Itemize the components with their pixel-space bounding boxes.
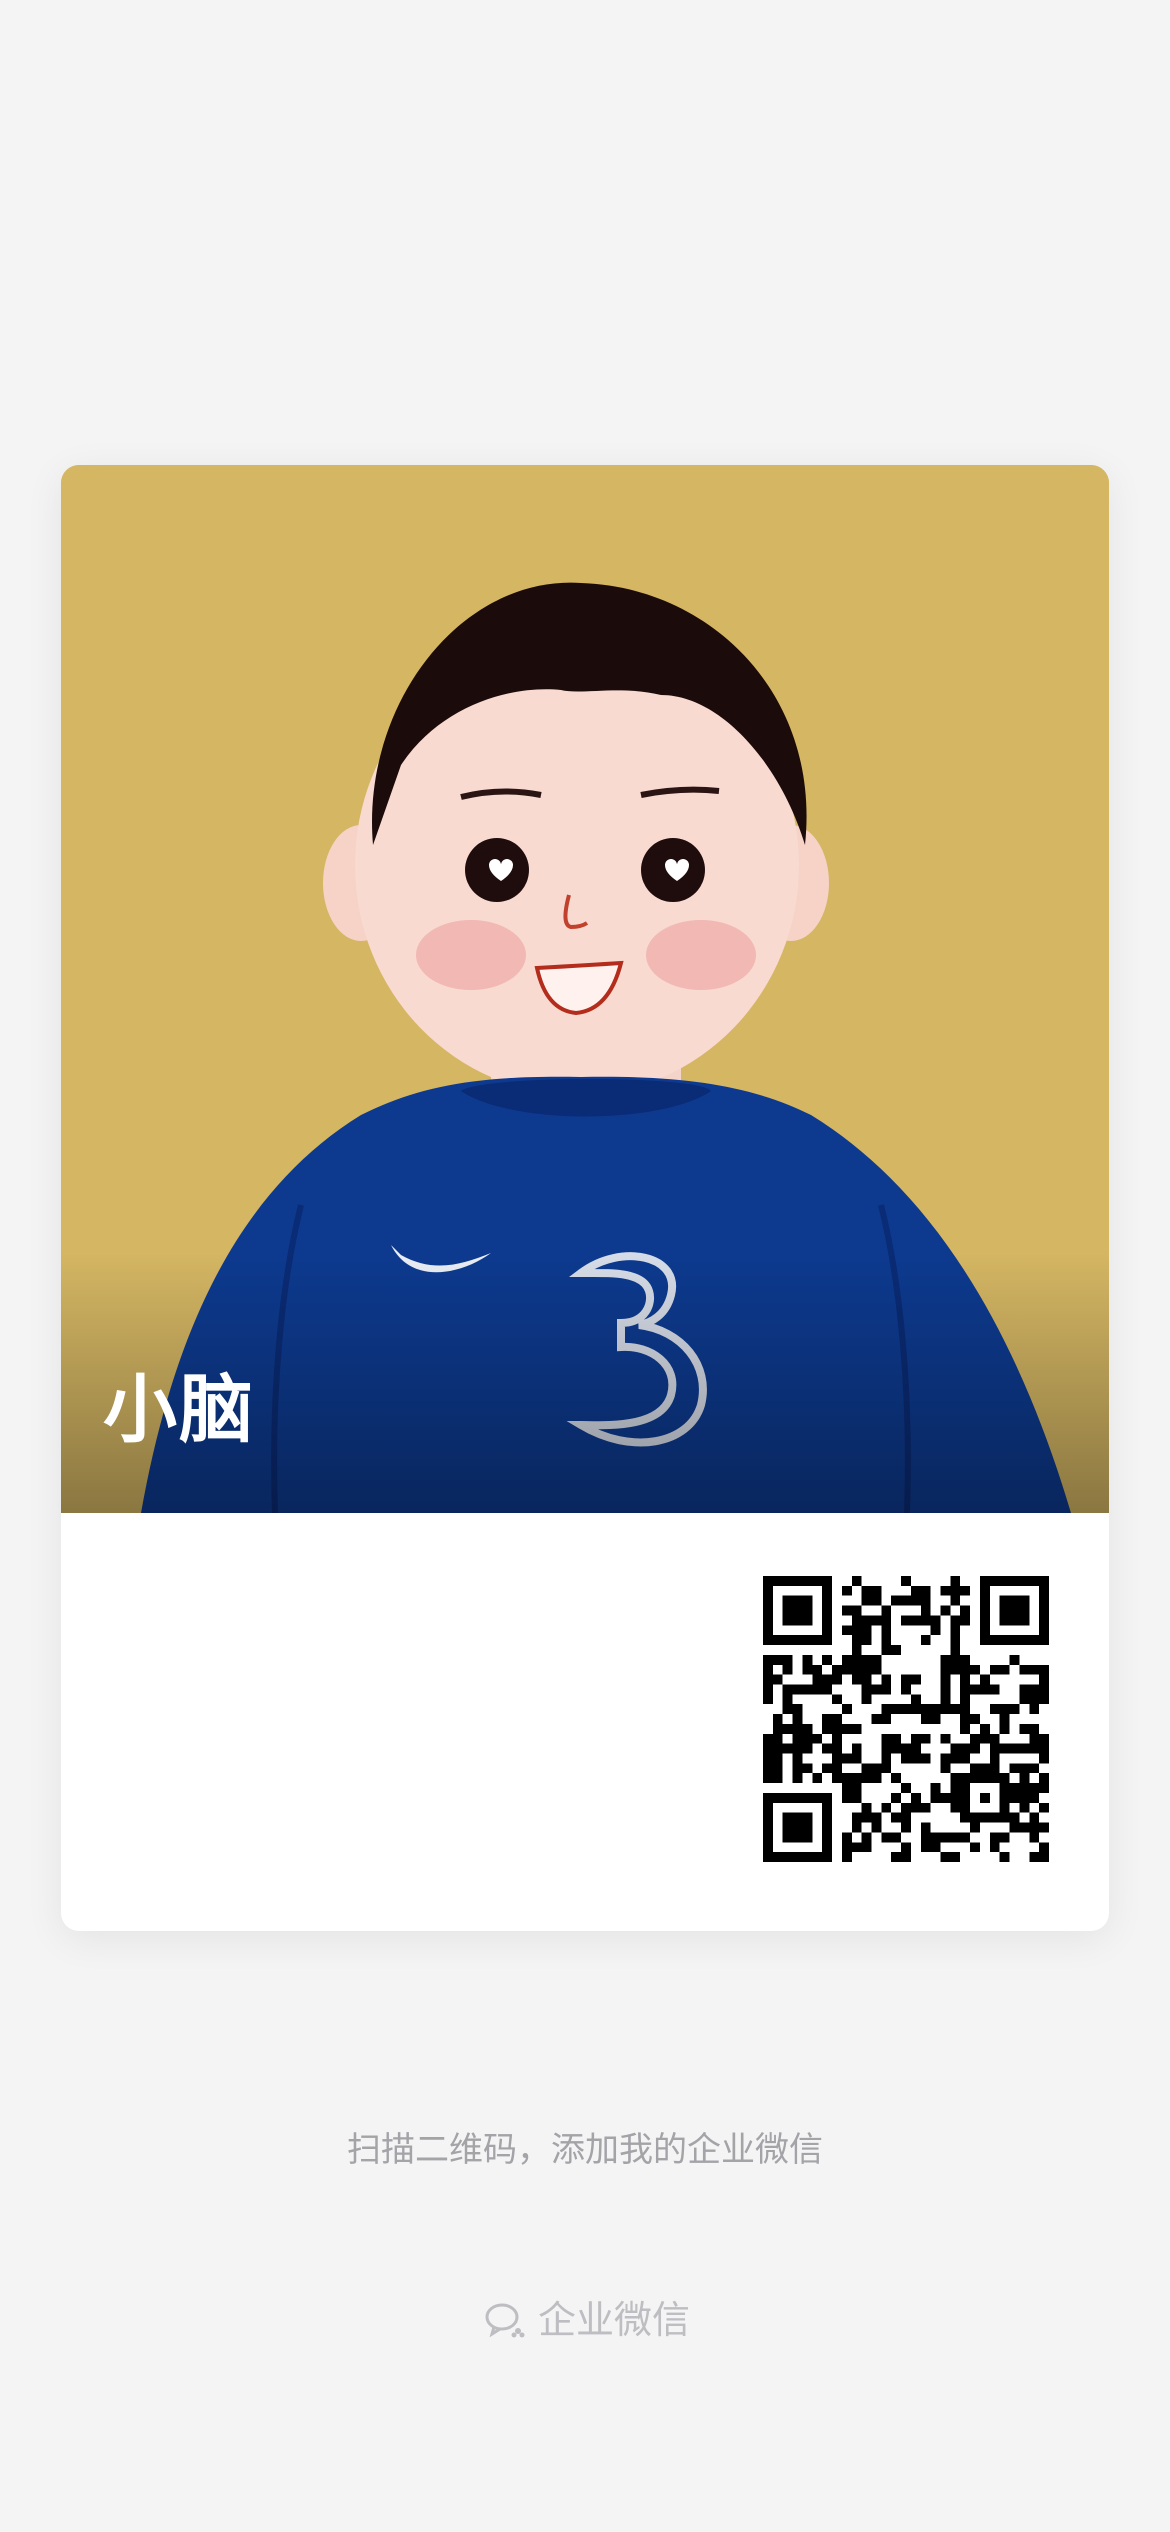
- wecom-logo-icon: [480, 2295, 530, 2345]
- avatar-image: 小脑: [61, 465, 1109, 1513]
- contact-card-page: 小脑 扫描二维码，添加我的企业微信 企业微信: [0, 0, 1170, 2532]
- qr-code[interactable]: [763, 1576, 1049, 1862]
- qr-code-image: [763, 1576, 1049, 1862]
- contact-name: 小脑: [103, 1367, 255, 1453]
- business-card: 小脑: [61, 465, 1109, 1931]
- scan-hint-text: 扫描二维码，添加我的企业微信: [347, 2130, 823, 2170]
- wecom-brand: 企业微信: [0, 2290, 1170, 2350]
- wecom-brand-label: 企业微信: [537, 2298, 690, 2342]
